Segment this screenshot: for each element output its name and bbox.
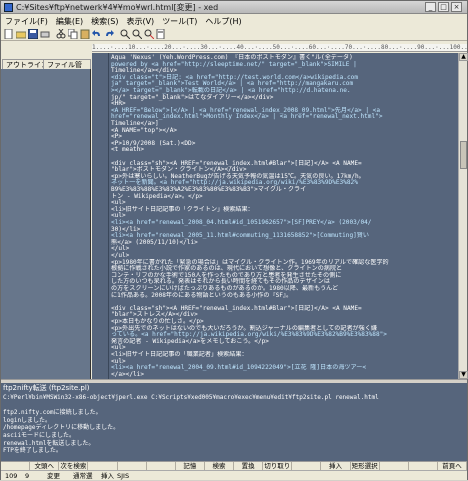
output-line: renewal.htmlを転送しました。 (3, 439, 95, 447)
app-icon (4, 3, 13, 12)
toolbar (1, 27, 467, 41)
function-key-bar: 文頭へ 次を検索 記憶 検索 置換 切り取り 挿入 矩形選択 前頁へ (1, 461, 467, 471)
find-icon[interactable] (120, 29, 130, 39)
code-line: に1作品ある。2008年のにある物語というのもある小作の『SF』。 (111, 291, 293, 299)
window-title: C:¥Sites¥ftp¥netwerk¥4¥¥mo¥wrl.html[変更] … (16, 3, 219, 12)
code-line: </a></li> (111, 370, 145, 378)
output-header: ftp2nifty転送 (ftp2site.pl) (3, 384, 90, 392)
vertical-scrollbar[interactable]: ▲ ▼ (458, 53, 468, 379)
status-bar: 109 9 変更 通常選 挿入 SJIS (1, 470, 467, 480)
scroll-up-icon[interactable]: ▲ (459, 53, 468, 61)
output-line: FTPを終了しました。 (3, 447, 62, 455)
new-file-icon[interactable] (4, 29, 14, 39)
menu-bar: ファイル(F) 編集(E) 検索(S) 表示(V) ツール(T) ヘルプ(H) (1, 15, 467, 27)
paste-icon[interactable] (80, 29, 90, 39)
copy-icon[interactable] (68, 29, 78, 39)
print-icon[interactable] (40, 29, 50, 39)
app-window: C:¥Sites¥ftp¥netwerk¥4¥¥mo¥wrl.html[変更] … (0, 0, 468, 480)
output-pane: ftp2nifty転送 (ftp2site.pl) C:¥Perl¥bin¥MS… (1, 383, 467, 461)
sidebar-tabs: アウトライン ファイル管理 (1, 59, 91, 79)
output-line: C:¥Perl¥bin¥MSWin32-x86-object¥jperl.exe… (3, 394, 379, 401)
title-bar: C:¥Sites¥ftp¥netwerk¥4¥¥mo¥wrl.html[変更] … (1, 1, 467, 14)
close-button[interactable]: × (451, 2, 462, 12)
scroll-down-icon[interactable]: ▼ (459, 371, 468, 379)
replace-icon[interactable] (144, 29, 154, 39)
save-icon[interactable] (28, 29, 38, 39)
output-line: ftp2.nifty.comに接続しました。 (3, 409, 102, 417)
scroll-thumb[interactable] (460, 141, 467, 169)
minimize-button[interactable]: _ (425, 2, 436, 12)
output-log: C:¥Perl¥bin¥MSWin32-x86-object¥jperl.exe… (3, 394, 465, 461)
output-line: asciiモードにしました。 (3, 431, 76, 439)
code-editor[interactable]: Aqua 'Nexus' (Yeh.WordPress.com) 『日本のポスト… (109, 53, 458, 379)
column-ruler: 1....·....10...·....20...·....30...·....… (92, 44, 467, 52)
tab-file-manager[interactable]: ファイル管理 (43, 59, 91, 79)
find-next-icon[interactable] (132, 29, 142, 39)
line-number-gutter (92, 53, 109, 379)
maximize-button[interactable]: □ (438, 2, 449, 12)
output-line: /homepageディレクトリに移動しました。 (3, 424, 120, 432)
undo-icon[interactable] (92, 29, 102, 39)
code-line: <t meath> (111, 146, 145, 154)
sidebar-panel (1, 69, 91, 379)
cut-icon[interactable] (56, 29, 66, 39)
jump-icon[interactable] (156, 29, 166, 39)
open-folder-icon[interactable] (16, 29, 26, 39)
redo-icon[interactable] (104, 29, 114, 39)
